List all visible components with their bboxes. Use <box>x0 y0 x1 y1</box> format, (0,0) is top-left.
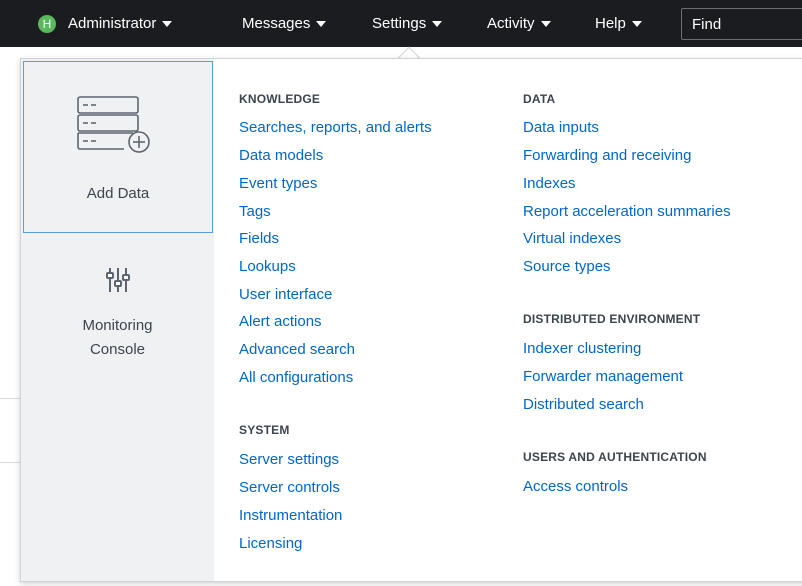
caret-down-icon <box>631 20 642 27</box>
link-distributed-search[interactable]: Distributed search <box>523 396 644 413</box>
link-server-controls[interactable]: Server controls <box>239 479 340 496</box>
user-avatar: H <box>38 14 56 33</box>
nav-administrator-label: Administrator <box>68 15 157 32</box>
nav-messages[interactable]: Messages <box>242 0 327 47</box>
link-tags[interactable]: Tags <box>239 203 271 220</box>
link-alert-actions[interactable]: Alert actions <box>239 313 322 330</box>
find-input[interactable]: Find <box>681 8 802 40</box>
link-advanced-search[interactable]: Advanced search <box>239 341 355 358</box>
top-nav-bar: H Administrator Messages Settings Activi… <box>0 0 802 47</box>
link-source-types[interactable]: Source types <box>523 258 611 275</box>
sliders-icon <box>105 266 130 299</box>
link-data-inputs[interactable]: Data inputs <box>523 119 599 136</box>
link-event-types[interactable]: Event types <box>239 175 317 192</box>
link-user-interface[interactable]: User interface <box>239 286 332 303</box>
link-instrumentation[interactable]: Instrumentation <box>239 507 342 524</box>
add-data-label: Add Data <box>86 185 150 202</box>
link-report-acceleration[interactable]: Report acceleration summaries <box>523 203 731 220</box>
system-heading: SYSTEM <box>239 423 290 437</box>
link-searches-reports-alerts[interactable]: Searches, reports, and alerts <box>239 119 432 136</box>
add-data-tile[interactable]: Add Data <box>23 61 213 233</box>
monitoring-console-tile[interactable]: Monitoring Console <box>21 254 214 374</box>
link-licensing[interactable]: Licensing <box>239 535 302 552</box>
find-placeholder: Find <box>692 15 722 33</box>
link-forwarding-receiving[interactable]: Forwarding and receiving <box>523 147 691 164</box>
link-virtual-indexes[interactable]: Virtual indexes <box>523 230 621 247</box>
nav-settings[interactable]: Settings <box>372 0 443 47</box>
add-data-icon <box>70 95 166 160</box>
caret-down-icon <box>540 20 551 27</box>
nav-activity[interactable]: Activity <box>487 0 551 47</box>
nav-help-label: Help <box>595 15 626 32</box>
nav-help[interactable]: Help <box>595 0 642 47</box>
caret-down-icon <box>316 20 327 27</box>
link-forwarder-management[interactable]: Forwarder management <box>523 368 683 385</box>
link-lookups[interactable]: Lookups <box>239 258 296 275</box>
knowledge-heading: KNOWLEDGE <box>239 92 321 106</box>
nav-settings-label: Settings <box>372 15 427 32</box>
link-all-configurations[interactable]: All configurations <box>239 369 353 386</box>
dropdown-sidebar: Add Data Monitoring Console <box>21 59 214 581</box>
link-fields[interactable]: Fields <box>239 230 279 247</box>
background-divider <box>0 398 20 399</box>
monitoring-label-line2: Console <box>89 341 146 358</box>
nav-activity-label: Activity <box>487 15 535 32</box>
caret-down-icon <box>432 20 443 27</box>
settings-dropdown-menu: Add Data Monitoring Console KNOWLEDGE Se… <box>20 58 802 582</box>
users-heading: USERS AND AUTHENTICATION <box>523 450 707 464</box>
monitoring-console-label: Monitoring Console <box>82 314 152 362</box>
distributed-heading: DISTRIBUTED ENVIRONMENT <box>523 312 701 326</box>
data-heading: DATA <box>523 92 556 106</box>
background-divider <box>0 462 20 463</box>
nav-messages-label: Messages <box>242 15 311 32</box>
link-data-models[interactable]: Data models <box>239 147 323 164</box>
nav-administrator[interactable]: H Administrator <box>38 0 173 47</box>
monitoring-label-line1: Monitoring <box>82 317 153 334</box>
link-server-settings[interactable]: Server settings <box>239 451 339 468</box>
link-access-controls[interactable]: Access controls <box>523 478 628 495</box>
link-indexer-clustering[interactable]: Indexer clustering <box>523 340 641 357</box>
link-indexes[interactable]: Indexes <box>523 175 576 192</box>
caret-down-icon <box>162 20 173 27</box>
